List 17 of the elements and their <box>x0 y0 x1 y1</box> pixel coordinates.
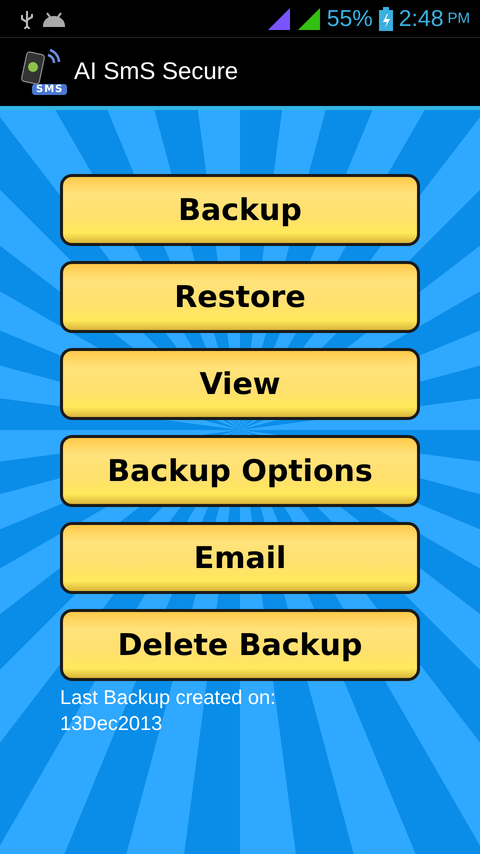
signal-icon <box>296 8 321 30</box>
android-icon <box>42 10 66 28</box>
menu-button[interactable]: Delete Backup <box>60 609 420 681</box>
menu-button[interactable]: Email <box>60 522 420 594</box>
menu-button[interactable]: Restore <box>60 261 420 333</box>
menu-button[interactable]: Backup Options <box>60 435 420 507</box>
clock-time: 2:48 <box>398 5 444 32</box>
signal-icon <box>266 8 291 30</box>
battery-charging-icon <box>378 6 393 30</box>
clock-period: PM <box>448 10 470 27</box>
menu-button[interactable]: Backup <box>60 174 420 246</box>
last-backup-label: Last Backup created on: <box>60 686 277 711</box>
usb-icon <box>20 8 34 28</box>
menu-button[interactable]: View <box>60 348 420 420</box>
last-backup-date: 13Dec2013 <box>60 712 164 737</box>
app-title: AI SmS Secure <box>74 58 238 86</box>
battery-percent: 55% <box>326 5 373 32</box>
